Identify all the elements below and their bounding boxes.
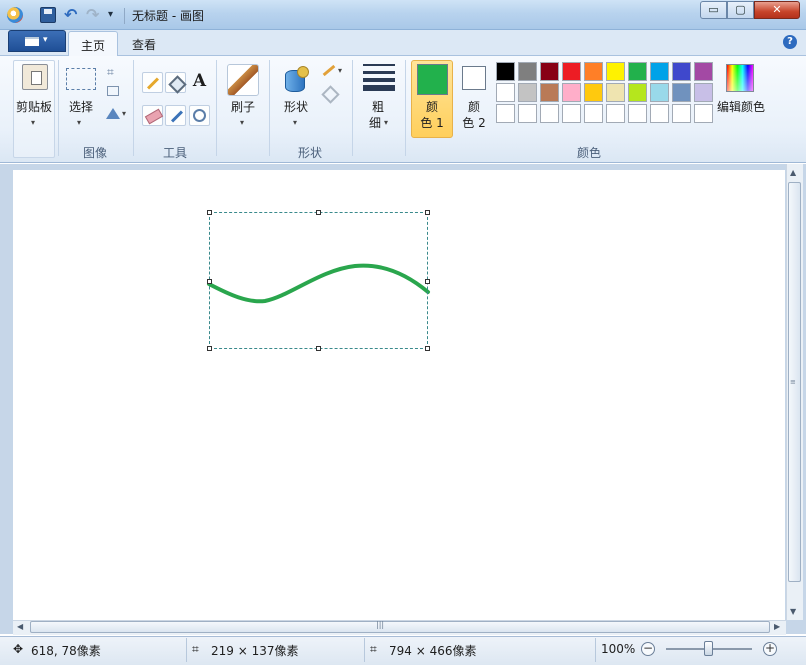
cursor-position: 618, 78像素: [31, 644, 101, 658]
selection-size: 219 × 137像素: [211, 644, 299, 658]
horizontal-scroll-thumb[interactable]: [30, 621, 770, 633]
selection-handle[interactable]: [316, 346, 321, 351]
scroll-grip-icon: |||: [376, 620, 385, 629]
scroll-up-icon[interactable]: ▲: [790, 168, 796, 177]
selection-handle[interactable]: [425, 346, 430, 351]
scroll-right-icon[interactable]: ▶: [774, 622, 780, 631]
scroll-down-icon[interactable]: ▼: [790, 607, 796, 616]
zoom-level: 100%: [601, 642, 636, 656]
selection-rectangle[interactable]: [209, 212, 428, 349]
zoom-in-button[interactable]: +: [763, 642, 777, 656]
scroll-left-icon[interactable]: ◀: [17, 622, 23, 631]
cursor-position-icon: ✥: [13, 642, 24, 656]
selection-handle[interactable]: [316, 210, 321, 215]
scroll-grip-icon: ≡: [790, 378, 796, 386]
selection-handle[interactable]: [425, 279, 430, 284]
zoom-slider-thumb[interactable]: [704, 641, 713, 656]
image-size-icon: ⌗: [370, 642, 377, 656]
selection-size-icon: ⌗: [192, 642, 199, 656]
selection-handle[interactable]: [207, 279, 212, 284]
status-divider: [595, 638, 596, 662]
status-divider: [186, 638, 187, 662]
selection-handle[interactable]: [207, 210, 212, 215]
selection-handle[interactable]: [207, 346, 212, 351]
status-divider: [364, 638, 365, 662]
selection-handle[interactable]: [425, 210, 430, 215]
zoom-out-button[interactable]: −: [641, 642, 655, 656]
image-size: 794 × 466像素: [389, 644, 477, 658]
